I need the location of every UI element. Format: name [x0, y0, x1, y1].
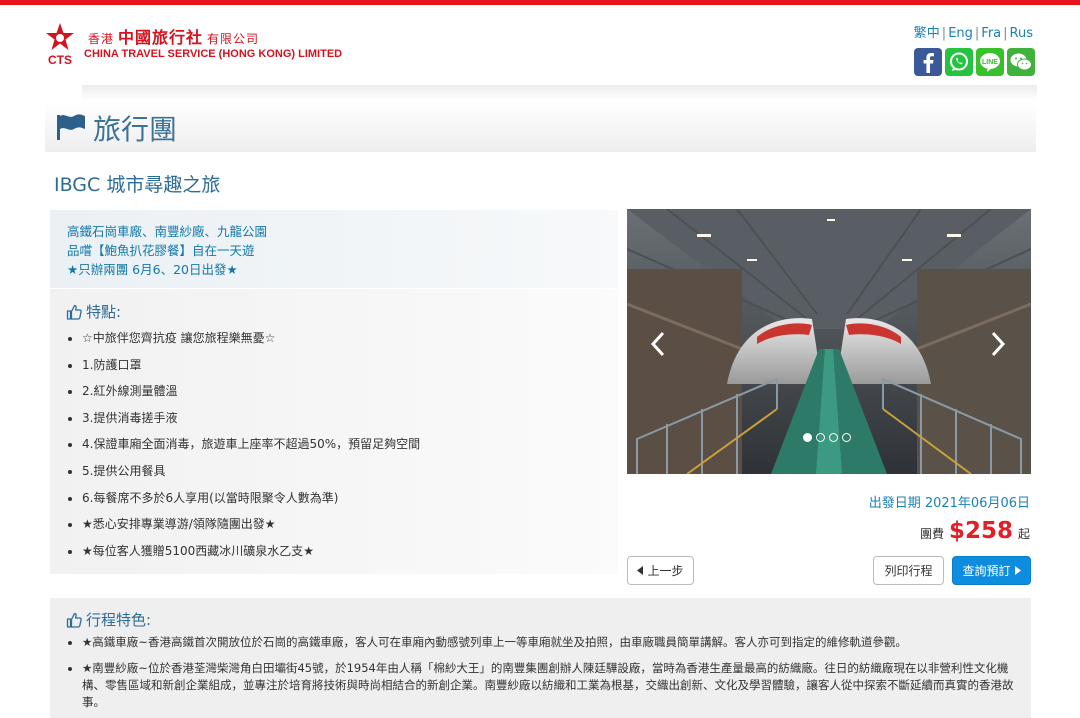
feature-item: ★每位客人獲贈5100西藏冰川礦泉水乙支★ — [66, 538, 420, 565]
print-button-label: 列印行程 — [884, 564, 933, 578]
print-itinerary-button[interactable]: 列印行程 — [873, 556, 944, 585]
page-title-bar: 旅行團 — [45, 102, 1036, 152]
whatsapp-icon[interactable] — [945, 48, 973, 76]
itinerary-item: ★南豐紗廠~位於香港荃灣柴灣角白田壩街45號，於1954年由人稱「棉紗大王」的南… — [66, 660, 1016, 711]
feature-item: 4.保證車廂全面消毒，旅遊車上座率不超過50%，預留足夠空間 — [66, 431, 420, 458]
caret-left-icon — [637, 566, 644, 575]
summary-line: 品嚐【鮑魚扒花膠餐】自在一天遊 — [67, 243, 255, 258]
cts-logo[interactable]: CTS 香港 中國旅行社 有限公司 CHINA TRAVEL SERVICE (HO… — [44, 22, 342, 66]
carousel-dot[interactable] — [842, 433, 851, 442]
line-icon[interactable]: LINE — [976, 48, 1004, 76]
enquire-book-button[interactable]: 查詢預訂 — [952, 556, 1031, 585]
features-heading-label: 特點: — [86, 303, 122, 321]
itinerary-heading: 行程特色: — [66, 609, 151, 630]
logo-region: 香港 — [88, 32, 115, 46]
tour-summary: 高鐵石崗車廠、南豐紗廠、九龍公園 品嚐【鮑魚扒花膠餐】自在一天遊 ★只辦兩團 6… — [50, 210, 618, 288]
wechat-icon[interactable] — [1007, 48, 1035, 76]
page-title: 旅行團 — [93, 113, 178, 146]
carousel-indicators — [803, 433, 851, 442]
carousel-dot[interactable] — [829, 433, 838, 442]
thumbs-up-icon — [66, 304, 82, 320]
lang-link-ru[interactable]: Rus — [1010, 26, 1033, 41]
flag-icon — [57, 114, 85, 140]
price-label: 團費 — [919, 527, 944, 541]
itinerary-list: ★高鐵車廠~香港高鐵首次開放位於石崗的高鐵車廠，客人可在車廂內動感號列車上一等車… — [66, 634, 1016, 718]
lang-link-en[interactable]: Eng — [948, 26, 973, 41]
feature-list: ☆中旅伴您齊抗疫 讓您旅程樂無憂☆ 1.防護口罩 2.紅外線測量體溫 3.提供消… — [66, 325, 420, 564]
summary-line: 高鐵石崗車廠、南豐紗廠、九龍公園 — [67, 224, 268, 239]
carousel-prev-arrow-icon[interactable] — [647, 329, 671, 359]
lang-link-zh[interactable]: 繁中 — [914, 26, 940, 41]
itinerary-heading-label: 行程特色: — [86, 611, 152, 629]
summary-line: ★只辦兩團 6月6、20日出發★ — [67, 262, 238, 277]
feature-item: 5.提供公用餐具 — [66, 458, 420, 485]
photo-carousel[interactable] — [627, 209, 1031, 474]
feature-item: 1.防護口罩 — [66, 352, 420, 379]
itinerary-panel: 行程特色: ★高鐵車廠~香港高鐵首次開放位於石崗的高鐵車廠，客人可在車廂內動感號… — [50, 598, 1031, 718]
carousel-next-arrow-icon[interactable] — [985, 329, 1009, 359]
features-panel: 特點: ☆中旅伴您齊抗疫 讓您旅程樂無憂☆ 1.防護口罩 2.紅外線測量體溫 3… — [50, 289, 618, 574]
cts-star-logo-icon: CTS — [46, 23, 74, 66]
header-divider — [82, 85, 1037, 101]
carousel-dot[interactable] — [803, 433, 812, 442]
feature-item: 3.提供消毒搓手液 — [66, 405, 420, 432]
feature-item: ☆中旅伴您齊抗疫 讓您旅程樂無憂☆ — [66, 325, 420, 352]
social-links: LINE — [914, 48, 1035, 76]
thumbs-up-icon — [66, 612, 82, 628]
features-heading: 特點: — [66, 301, 121, 322]
enquire-button-label: 查詢預訂 — [962, 564, 1011, 578]
price: 團費 $258 起 — [920, 518, 1030, 544]
logo-brand: 中國旅行社 — [118, 28, 204, 47]
price-suffix: 起 — [1017, 527, 1030, 541]
caret-right-icon — [1014, 566, 1021, 575]
price-value: $258 — [948, 518, 1013, 544]
feature-item: ★悉心安排專業導游/領隊隨團出發★ — [66, 511, 420, 538]
top-accent-bar — [0, 0, 1080, 5]
feature-item: 2.紅外線測量體溫 — [66, 378, 420, 405]
carousel-dot[interactable] — [816, 433, 825, 442]
departure-date: 出發日期 2021年06月06日 — [868, 496, 1030, 511]
svg-text:LINE: LINE — [982, 59, 998, 66]
back-button[interactable]: 上一步 — [627, 556, 694, 585]
logo-english-name: CHINA TRAVEL SERVICE (HONG KONG) LIMITED — [84, 48, 343, 60]
language-switcher: 繁中 | Eng | Fra | Rus — [913, 26, 1033, 41]
logo-mark-text: CTS — [48, 53, 72, 66]
feature-item: 6.每餐席不多於6人享用(以當時限聚令人數為準) — [66, 485, 420, 512]
logo-chinese-name: 香港 中國旅行社 有限公司 — [84, 24, 263, 48]
logo-suffix: 有限公司 — [207, 32, 260, 46]
itinerary-item: ★高鐵車廠~香港高鐵首次開放位於石崗的高鐵車廠，客人可在車廂內動感號列車上一等車… — [66, 634, 1016, 651]
facebook-icon[interactable] — [914, 48, 942, 76]
back-button-label: 上一步 — [647, 564, 684, 578]
lang-link-fr[interactable]: Fra — [981, 26, 1001, 41]
tour-title: IBGC 城市尋趣之旅 — [54, 174, 221, 196]
